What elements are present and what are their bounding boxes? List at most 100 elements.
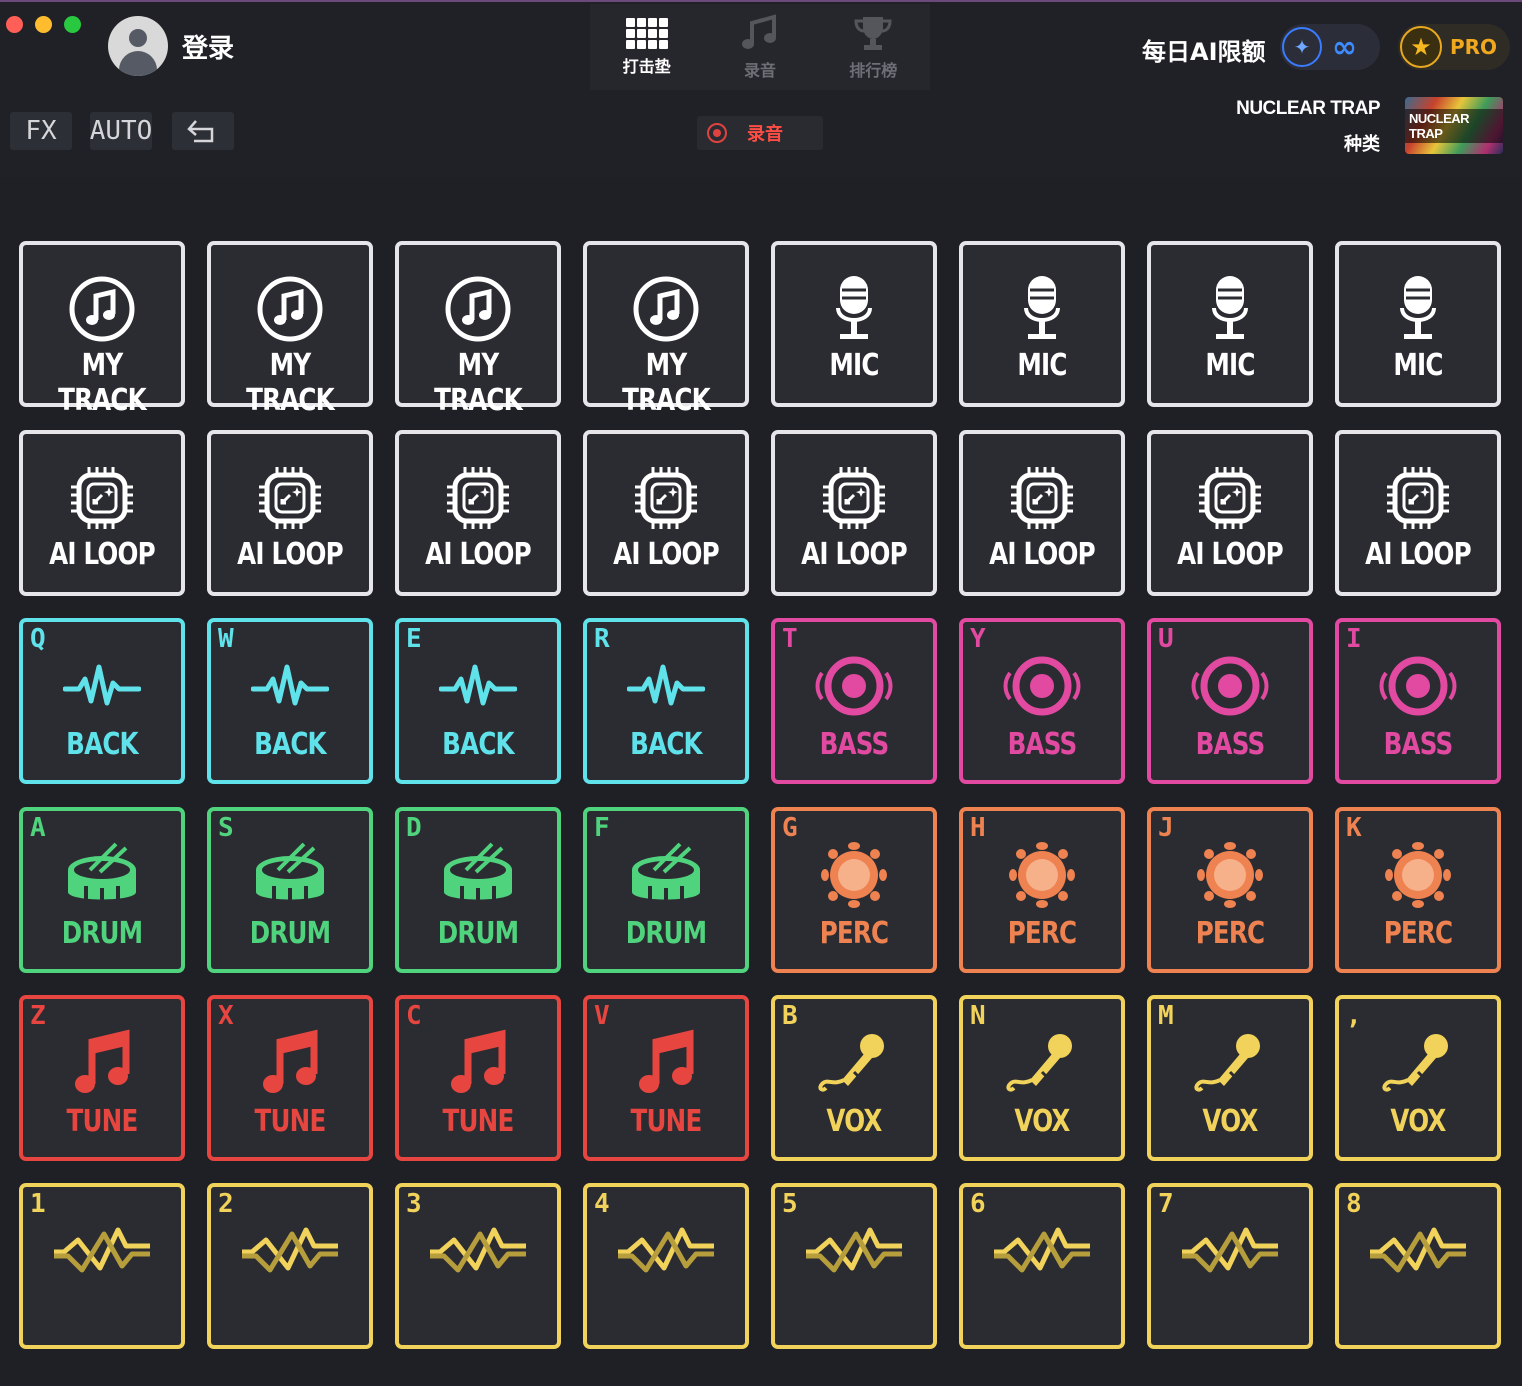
pad-label: BACK bbox=[630, 727, 702, 762]
pad-back-3-4[interactable]: R BACK bbox=[583, 618, 749, 784]
pad-vox-5-5[interactable]: B VOX bbox=[771, 995, 937, 1161]
tambourine-icon bbox=[1151, 835, 1309, 915]
pad-mic-1-5[interactable]: MIC bbox=[771, 241, 937, 407]
pad-label: AI LOOP bbox=[425, 537, 531, 572]
pad-tune-5-2[interactable]: X TUNE bbox=[207, 995, 373, 1161]
pad-back-3-3[interactable]: E BACK bbox=[395, 618, 561, 784]
pad-fx-6-8[interactable]: 8 bbox=[1335, 1183, 1501, 1349]
pad-label: AI LOOP bbox=[801, 537, 907, 572]
pad-ailoop-2-2[interactable]: AI LOOP bbox=[207, 430, 373, 596]
pad-fx-6-1[interactable]: 1 bbox=[19, 1183, 185, 1349]
music-note-icon bbox=[587, 1023, 745, 1103]
pad-label: MIC bbox=[829, 348, 879, 383]
ai-chip-icon bbox=[775, 458, 933, 538]
pad-label: AI LOOP bbox=[1177, 537, 1283, 572]
pad-label: BACK bbox=[254, 727, 326, 762]
music-note-circle-icon bbox=[23, 269, 181, 349]
fx-wave-icon bbox=[1151, 1211, 1309, 1291]
pad-label: VOX bbox=[1390, 1104, 1446, 1139]
pad-drum-4-3[interactable]: D DRUM bbox=[395, 807, 561, 973]
pad-fx-6-3[interactable]: 3 bbox=[395, 1183, 561, 1349]
pad-perc-4-8[interactable]: K PERC bbox=[1335, 807, 1501, 973]
microphone-icon bbox=[1151, 269, 1309, 349]
speaker-icon bbox=[1151, 646, 1309, 726]
pad-mic-1-6[interactable]: MIC bbox=[959, 241, 1125, 407]
pad-ailoop-2-5[interactable]: AI LOOP bbox=[771, 430, 937, 596]
pad-ailoop-2-6[interactable]: AI LOOP bbox=[959, 430, 1125, 596]
ai-chip-icon bbox=[587, 458, 745, 538]
music-note-circle-icon bbox=[587, 269, 745, 349]
pad-grid: MY TRACK MY TRACK MY TRACK MY TRACK MIC MIC MI… bbox=[0, 0, 1522, 1386]
pad-label: PERC bbox=[1195, 916, 1265, 951]
pad-label: PERC bbox=[819, 916, 889, 951]
drum-icon bbox=[23, 835, 181, 915]
handheld-mic-icon bbox=[775, 1023, 933, 1103]
pad-label: VOX bbox=[1014, 1104, 1070, 1139]
music-note-icon bbox=[23, 1023, 181, 1103]
pad-perc-4-7[interactable]: J PERC bbox=[1147, 807, 1313, 973]
fx-wave-icon bbox=[399, 1211, 557, 1291]
pad-label: DRUM bbox=[625, 916, 707, 951]
pad-mic-1-8[interactable]: MIC bbox=[1335, 241, 1501, 407]
pad-label: MY TRACK bbox=[246, 348, 335, 418]
pad-vox-5-7[interactable]: M VOX bbox=[1147, 995, 1313, 1161]
pad-fx-6-4[interactable]: 4 bbox=[583, 1183, 749, 1349]
pad-fx-6-7[interactable]: 7 bbox=[1147, 1183, 1313, 1349]
pad-label: TUNE bbox=[630, 1104, 703, 1139]
music-note-icon bbox=[399, 1023, 557, 1103]
pad-tune-5-1[interactable]: Z TUNE bbox=[19, 995, 185, 1161]
pad-bass-3-8[interactable]: I BASS bbox=[1335, 618, 1501, 784]
fx-wave-icon bbox=[963, 1211, 1121, 1291]
pad-drum-4-1[interactable]: A DRUM bbox=[19, 807, 185, 973]
pad-ailoop-2-7[interactable]: AI LOOP bbox=[1147, 430, 1313, 596]
speaker-icon bbox=[963, 646, 1121, 726]
ai-chip-icon bbox=[963, 458, 1121, 538]
pad-bass-3-7[interactable]: U BASS bbox=[1147, 618, 1313, 784]
speaker-icon bbox=[1339, 646, 1497, 726]
pad-perc-4-6[interactable]: H PERC bbox=[959, 807, 1125, 973]
speaker-icon bbox=[775, 646, 933, 726]
microphone-icon bbox=[1339, 269, 1497, 349]
pad-label: MY TRACK bbox=[434, 348, 523, 418]
pad-ailoop-2-3[interactable]: AI LOOP bbox=[395, 430, 561, 596]
waveform-icon bbox=[211, 646, 369, 726]
fx-wave-icon bbox=[211, 1211, 369, 1291]
pad-vox-5-8[interactable]: , VOX bbox=[1335, 995, 1501, 1161]
drum-icon bbox=[211, 835, 369, 915]
pad-bass-3-6[interactable]: Y BASS bbox=[959, 618, 1125, 784]
pad-ailoop-2-8[interactable]: AI LOOP bbox=[1335, 430, 1501, 596]
pad-back-3-1[interactable]: Q BACK bbox=[19, 618, 185, 784]
handheld-mic-icon bbox=[963, 1023, 1121, 1103]
ai-chip-icon bbox=[1151, 458, 1309, 538]
pad-fx-6-5[interactable]: 5 bbox=[771, 1183, 937, 1349]
pad-label: BASS bbox=[1195, 727, 1266, 762]
pad-mytrack-1-2[interactable]: MY TRACK bbox=[207, 241, 373, 418]
pad-tune-5-4[interactable]: V TUNE bbox=[583, 995, 749, 1161]
pad-perc-4-5[interactable]: G PERC bbox=[771, 807, 937, 973]
pad-fx-6-6[interactable]: 6 bbox=[959, 1183, 1125, 1349]
pad-ailoop-2-4[interactable]: AI LOOP bbox=[583, 430, 749, 596]
pad-vox-5-6[interactable]: N VOX bbox=[959, 995, 1125, 1161]
pad-tune-5-3[interactable]: C TUNE bbox=[395, 995, 561, 1161]
pad-mic-1-7[interactable]: MIC bbox=[1147, 241, 1313, 407]
pad-label: PERC bbox=[1007, 916, 1077, 951]
pad-fx-6-2[interactable]: 2 bbox=[207, 1183, 373, 1349]
pad-mytrack-1-4[interactable]: MY TRACK bbox=[583, 241, 749, 418]
pad-drum-4-2[interactable]: S DRUM bbox=[207, 807, 373, 973]
ai-chip-icon bbox=[1339, 458, 1497, 538]
pad-back-3-2[interactable]: W BACK bbox=[207, 618, 373, 784]
pad-label: AI LOOP bbox=[989, 537, 1095, 572]
pad-ailoop-2-1[interactable]: AI LOOP bbox=[19, 430, 185, 596]
microphone-icon bbox=[963, 269, 1121, 349]
pad-label: MY TRACK bbox=[58, 348, 147, 418]
pad-label: DRUM bbox=[61, 916, 143, 951]
handheld-mic-icon bbox=[1339, 1023, 1497, 1103]
pad-bass-3-5[interactable]: T BASS bbox=[771, 618, 937, 784]
pad-mytrack-1-1[interactable]: MY TRACK bbox=[19, 241, 185, 418]
pad-mytrack-1-3[interactable]: MY TRACK bbox=[395, 241, 561, 418]
ai-chip-icon bbox=[211, 458, 369, 538]
pad-drum-4-4[interactable]: F DRUM bbox=[583, 807, 749, 973]
pad-label: MIC bbox=[1017, 348, 1067, 383]
drum-icon bbox=[399, 835, 557, 915]
pad-label: AI LOOP bbox=[1365, 537, 1471, 572]
